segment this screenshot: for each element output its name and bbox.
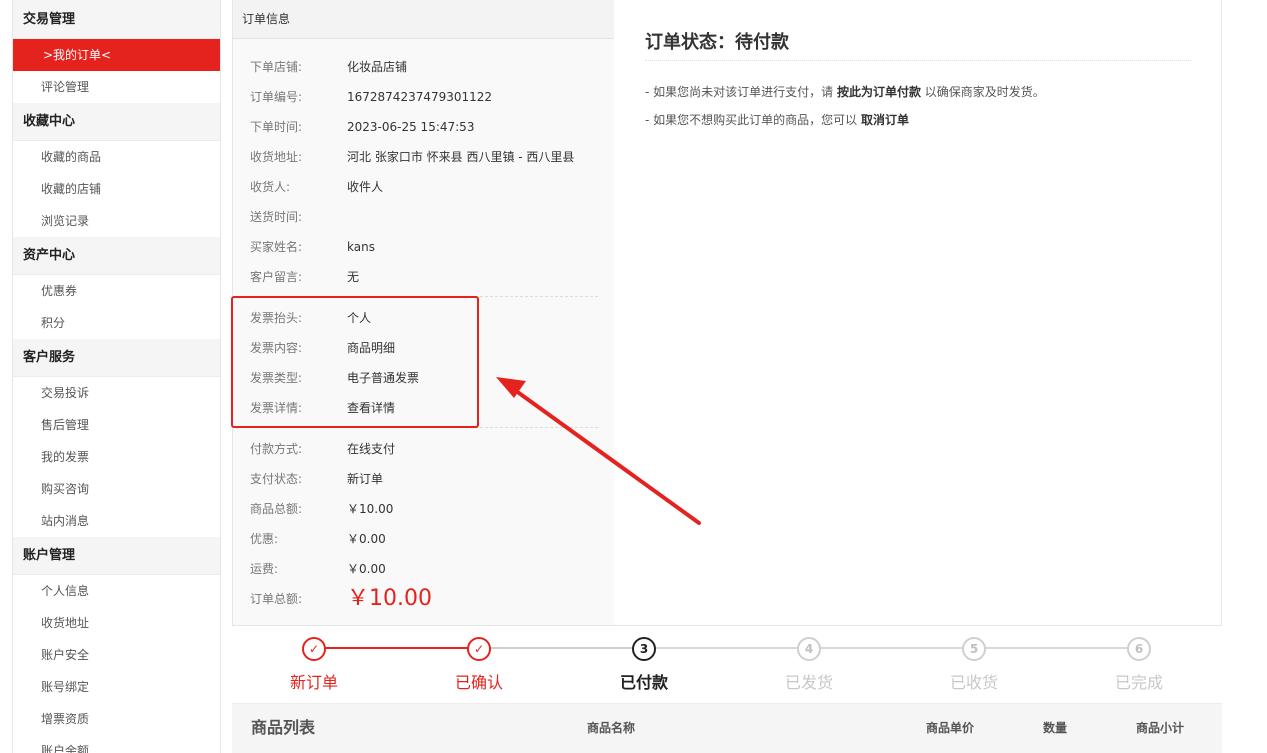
sidebar-section-account: 账户管理 bbox=[13, 537, 220, 575]
sidebar-item-history[interactable]: 浏览记录 bbox=[13, 205, 220, 237]
info-row-pay-status: 支付状态: 新订单 bbox=[250, 464, 600, 494]
step-4-circle: 4 bbox=[797, 637, 821, 661]
info-label: 运费: bbox=[250, 562, 279, 576]
sidebar-item-invoices[interactable]: 我的发票 bbox=[13, 441, 220, 473]
info-label: 支付状态: bbox=[250, 472, 303, 486]
info-label: 商品总额: bbox=[250, 502, 303, 516]
info-row-shipping: 运费: ￥0.00 bbox=[250, 554, 600, 584]
pay-order-link[interactable]: 按此为订单付款 bbox=[837, 85, 921, 99]
info-label: 收货人: bbox=[250, 180, 291, 194]
info-label: 付款方式: bbox=[250, 442, 303, 456]
info-row-remark: 客户留言: 无 bbox=[250, 262, 600, 292]
sidebar-item-my-orders[interactable]: >我的订单< bbox=[13, 39, 220, 71]
sidebar: 交易管理 >我的订单< 评论管理 收藏中心 收藏的商品 收藏的店铺 浏览记录 资… bbox=[12, 0, 221, 753]
sidebar-section-assets: 资产中心 bbox=[13, 237, 220, 275]
sidebar-item-profile[interactable]: 个人信息 bbox=[13, 575, 220, 607]
order-status-panel: 订单状态：待付款 - 如果您尚未对该订单进行支付，请 按此为订单付款 以确保商家… bbox=[614, 0, 1222, 626]
info-value: 无 bbox=[347, 270, 360, 284]
col-quantity: 数量 bbox=[1043, 721, 1068, 735]
sidebar-section-service: 客户服务 bbox=[13, 339, 220, 377]
sidebar-item-vat[interactable]: 增票资质 bbox=[13, 703, 220, 735]
sidebar-item-aftersale[interactable]: 售后管理 bbox=[13, 409, 220, 441]
step-6-circle: 6 bbox=[1127, 637, 1151, 661]
info-value[interactable]: 化妆品店铺 bbox=[347, 52, 407, 82]
info-value: ￥0.00 bbox=[347, 532, 386, 546]
info-value: 1672874237479301122 bbox=[347, 90, 493, 104]
info-label: 订单编号: bbox=[250, 90, 303, 104]
pay-tip-suffix: 以确保商家及时发货。 bbox=[920, 85, 1045, 99]
sidebar-section-trade: 交易管理 bbox=[13, 0, 220, 39]
sidebar-item-fav-shops[interactable]: 收藏的店铺 bbox=[13, 173, 220, 205]
cancel-order-link[interactable]: 取消订单 bbox=[861, 113, 909, 127]
info-row-receiver: 收货人: 收件人 bbox=[250, 172, 600, 202]
info-label: 客户留言: bbox=[250, 270, 303, 284]
step-1-label: 新订单 bbox=[289, 673, 338, 692]
info-row-buyer: 买家姓名: kans bbox=[250, 232, 600, 262]
info-row-delivery-time: 送货时间: bbox=[250, 202, 600, 232]
info-row-order-time: 下单时间: 2023-06-25 15:47:53 bbox=[250, 112, 600, 142]
step-1-circle: ✓ bbox=[302, 637, 326, 661]
sidebar-item-coupons[interactable]: 优惠券 bbox=[13, 275, 220, 307]
sidebar-item-reviews[interactable]: 评论管理 bbox=[13, 71, 220, 103]
info-row-address: 收货地址: 河北 张家口市 怀来县 西八里镇 - 西八里县 bbox=[250, 142, 600, 172]
col-unit-price: 商品单价 bbox=[926, 721, 975, 735]
info-label: 优惠: bbox=[250, 532, 279, 546]
sidebar-item-fav-goods[interactable]: 收藏的商品 bbox=[13, 141, 220, 173]
cancel-tip-prefix: - 如果您不想购买此订单的商品，您可以 bbox=[645, 113, 861, 127]
pay-tip-prefix: - 如果您尚未对该订单进行支付，请 bbox=[645, 85, 837, 99]
sidebar-item-complaints[interactable]: 交易投诉 bbox=[13, 377, 220, 409]
progress-line bbox=[644, 647, 1139, 649]
sidebar-item-messages[interactable]: 站内消息 bbox=[13, 505, 220, 537]
divider bbox=[645, 60, 1191, 61]
col-subtotal: 商品小计 bbox=[1136, 721, 1185, 735]
col-goods-name: 商品名称 bbox=[587, 721, 636, 735]
step-4-label: 已发货 bbox=[784, 673, 833, 692]
order-total-amount: ￥10.00 bbox=[347, 586, 432, 611]
info-row-pay-method: 付款方式: 在线支付 bbox=[250, 434, 600, 464]
info-label: 下单时间: bbox=[250, 120, 303, 134]
info-value: 收件人 bbox=[347, 180, 384, 194]
cancel-tip: - 如果您不想购买此订单的商品，您可以 取消订单 bbox=[645, 111, 909, 128]
info-row-shop: 下单店铺: 化妆品店铺 bbox=[250, 52, 600, 82]
goods-list-header: 商品列表 商品名称 商品单价 数量 商品小计 bbox=[232, 703, 1222, 753]
info-label: 订单总额: bbox=[250, 592, 303, 606]
info-value: 新订单 bbox=[347, 472, 384, 486]
info-row-goods-total: 商品总额: ￥10.00 bbox=[250, 494, 600, 524]
sidebar-item-consult[interactable]: 购买咨询 bbox=[13, 473, 220, 505]
info-label: 下单店铺: bbox=[250, 60, 303, 74]
invoice-highlight-box bbox=[231, 296, 479, 428]
info-label: 送货时间: bbox=[250, 210, 303, 224]
sidebar-item-address[interactable]: 收货地址 bbox=[13, 607, 220, 639]
step-5-label: 已收货 bbox=[949, 673, 998, 692]
sidebar-item-balance[interactable]: 账户余额 bbox=[13, 735, 220, 753]
sidebar-section-favorites: 收藏中心 bbox=[13, 103, 220, 141]
step-2-circle: ✓ bbox=[467, 637, 491, 661]
sidebar-item-points[interactable]: 积分 bbox=[13, 307, 220, 339]
sidebar-item-security[interactable]: 账户安全 bbox=[13, 639, 220, 671]
step-5-circle: 5 bbox=[962, 637, 986, 661]
info-value: ￥0.00 bbox=[347, 562, 386, 576]
step-3-circle: 3 bbox=[632, 637, 656, 661]
info-label: 买家姓名: bbox=[250, 240, 303, 254]
info-row-order-no: 订单编号: 1672874237479301122 bbox=[250, 82, 600, 112]
goods-list-title: 商品列表 bbox=[251, 718, 316, 737]
progress-line bbox=[479, 647, 644, 649]
step-3-label: 已付款 bbox=[619, 673, 668, 692]
info-row-discount: 优惠: ￥0.00 bbox=[250, 524, 600, 554]
order-progress: ✓ 新订单 ✓ 已确认 3 已付款 4 已发货 5 已收货 6 已完成 bbox=[232, 626, 1222, 704]
sidebar-item-binding[interactable]: 账号绑定 bbox=[13, 671, 220, 703]
info-value: 2023-06-25 15:47:53 bbox=[347, 120, 475, 134]
step-2-label: 已确认 bbox=[454, 673, 503, 692]
info-value: 河北 张家口市 怀来县 西八里镇 - 西八里县 bbox=[347, 150, 575, 164]
progress-line-done bbox=[314, 647, 479, 649]
info-value: ￥10.00 bbox=[347, 502, 394, 516]
step-6-label: 已完成 bbox=[1114, 673, 1163, 692]
order-status-title: 订单状态：待付款 bbox=[645, 32, 789, 53]
info-value: kans bbox=[347, 240, 375, 254]
info-value: 在线支付 bbox=[347, 442, 396, 456]
info-row-order-total: 订单总额: ￥10.00 bbox=[250, 584, 600, 614]
order-info-header: 订单信息 bbox=[233, 0, 614, 39]
pay-tip: - 如果您尚未对该订单进行支付，请 按此为订单付款 以确保商家及时发货。 bbox=[645, 83, 1045, 100]
info-label: 收货地址: bbox=[250, 150, 303, 164]
